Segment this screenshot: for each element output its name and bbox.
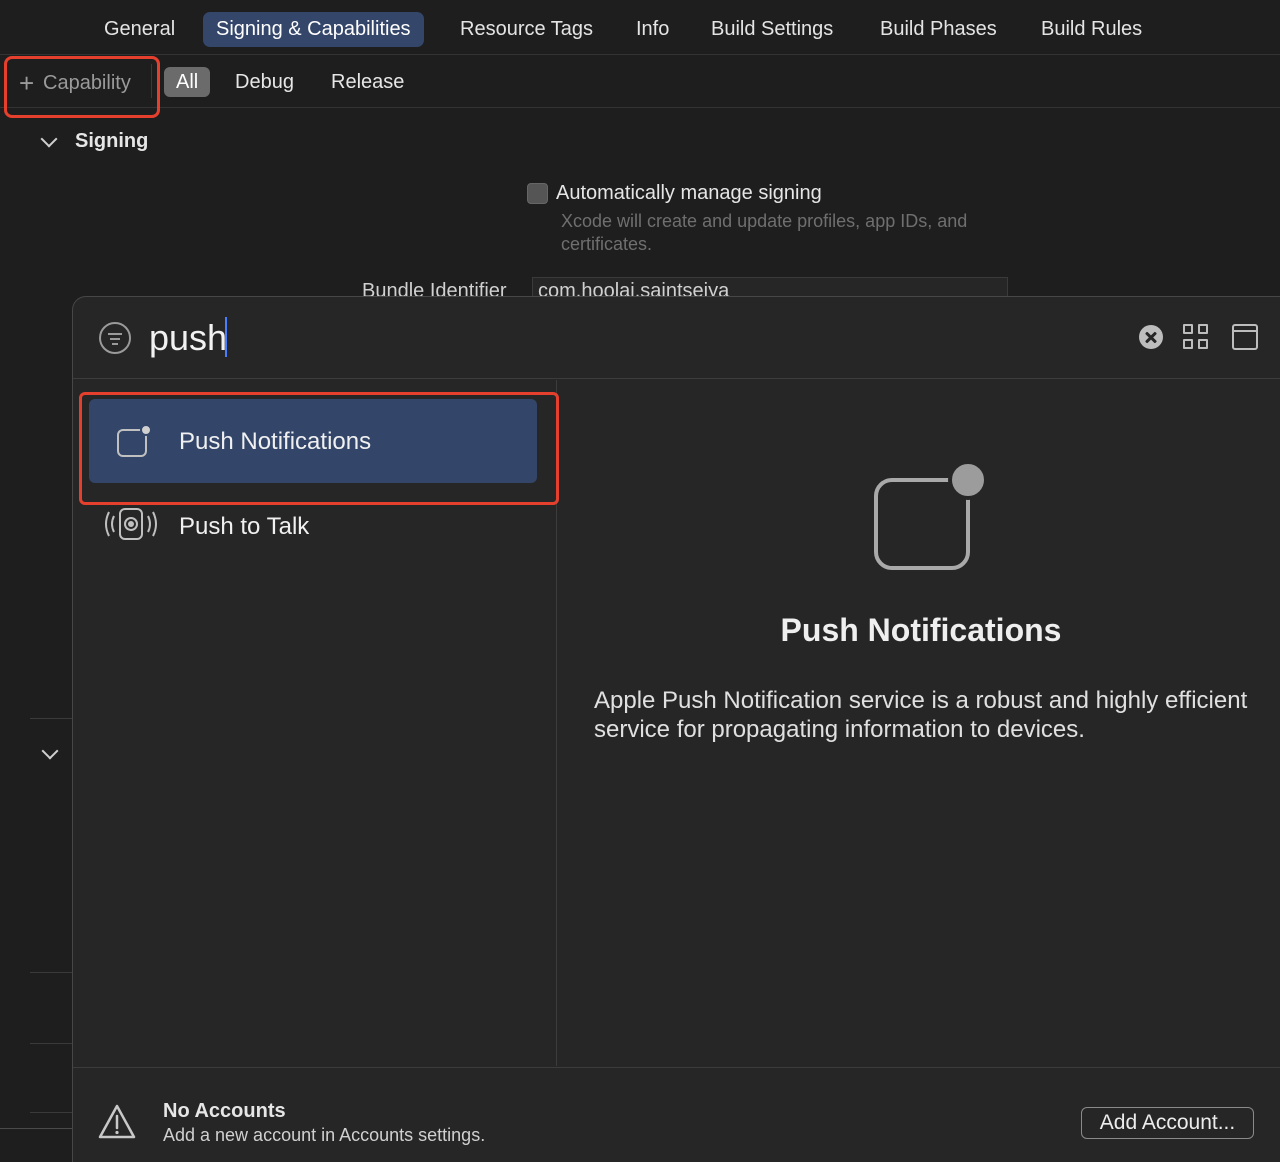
- tab-info[interactable]: Info: [623, 12, 682, 47]
- capabilities-toolbar: + Capability All Debug Release: [0, 56, 1280, 118]
- auto-manage-signing-label: Automatically manage signing: [556, 182, 822, 204]
- capability-detail: Push Notifications Apple Push Notificati…: [558, 380, 1280, 1066]
- accounts-footer: No Accounts Add a new account in Account…: [73, 1067, 1280, 1162]
- plus-icon: +: [19, 68, 35, 98]
- add-capability-button[interactable]: + Capability: [4, 56, 160, 118]
- text-caret: [225, 317, 227, 357]
- filter-icon[interactable]: [99, 322, 131, 354]
- tab-general[interactable]: General: [91, 12, 188, 47]
- divider: [30, 718, 72, 719]
- editor-tab-bar: General Signing & Capabilities Resource …: [0, 0, 1280, 55]
- toolbar-divider: [151, 64, 152, 98]
- segment-debug[interactable]: Debug: [223, 67, 306, 97]
- auto-manage-signing-description: Xcode will create and update profiles, a…: [561, 211, 968, 254]
- auto-manage-signing-checkbox[interactable]: [527, 183, 548, 204]
- capability-library-popover: Push Notifications Push to Talk Push Not…: [72, 296, 1280, 1162]
- no-accounts-title: No Accounts: [163, 1100, 286, 1122]
- list-item-label: Push to Talk: [179, 513, 310, 540]
- capability-list: Push Notifications Push to Talk: [73, 380, 559, 1066]
- capability-search-row: [73, 297, 1280, 379]
- no-accounts-description: Add a new account in Accounts settings.: [163, 1125, 486, 1145]
- add-account-button[interactable]: Add Account...: [1081, 1107, 1254, 1139]
- divider: [30, 1112, 72, 1113]
- chevron-down-icon[interactable]: [41, 742, 59, 760]
- capability-search-input[interactable]: [149, 313, 849, 363]
- signing-section-title: Signing: [75, 130, 149, 152]
- tab-build-rules[interactable]: Build Rules: [1028, 12, 1155, 47]
- warning-icon: [98, 1104, 136, 1139]
- clear-search-icon[interactable]: [1139, 325, 1163, 349]
- tab-build-phases[interactable]: Build Phases: [867, 12, 1010, 47]
- window-panel-icon[interactable]: [1232, 324, 1258, 350]
- push-to-talk-icon: [105, 508, 157, 540]
- list-item-push-to-talk[interactable]: Push to Talk: [89, 484, 537, 568]
- divider: [30, 972, 72, 973]
- chevron-down-icon: [40, 130, 58, 148]
- push-notifications-icon: [874, 460, 988, 570]
- divider: [0, 1128, 72, 1129]
- detail-title: Push Notifications: [780, 612, 1062, 648]
- tab-signing-capabilities[interactable]: Signing & Capabilities: [203, 12, 424, 47]
- grid-view-icon[interactable]: [1183, 324, 1209, 350]
- tab-resource-tags[interactable]: Resource Tags: [447, 12, 606, 47]
- segment-all[interactable]: All: [164, 67, 211, 97]
- add-capability-label: Capability: [43, 72, 131, 94]
- tab-build-settings[interactable]: Build Settings: [698, 12, 846, 47]
- divider: [30, 1043, 72, 1044]
- segment-release[interactable]: Release: [319, 67, 416, 97]
- detail-description: Apple Push Notification service is a rob…: [594, 687, 1248, 743]
